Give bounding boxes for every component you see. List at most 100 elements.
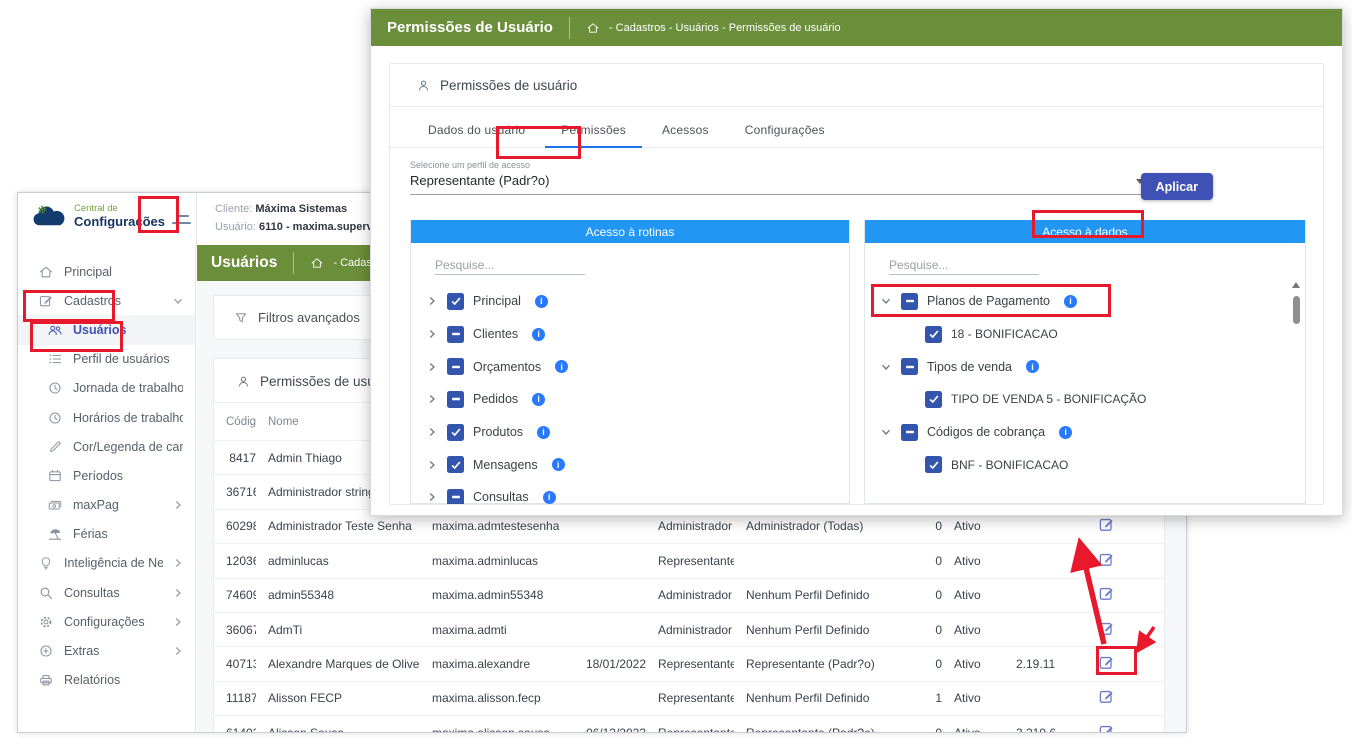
advanced-filters-label: Filtros avançados xyxy=(258,310,360,325)
tree-item-bnf-bonificacao[interactable]: BNF - BONIFICACAO xyxy=(865,448,1305,481)
scrollbar-thumb[interactable] xyxy=(1293,296,1300,324)
cell-data: 18/01/2022 xyxy=(584,657,646,671)
edit-user-button[interactable] xyxy=(1098,723,1115,733)
routines-search-input[interactable] xyxy=(435,256,585,275)
chevron-right-icon[interactable] xyxy=(427,329,438,339)
tree-checkbox[interactable] xyxy=(447,424,464,441)
tree-item-produtos[interactable]: Produtosi xyxy=(411,416,849,449)
data-search-input[interactable] xyxy=(889,256,1039,275)
edit-user-button[interactable] xyxy=(1098,620,1115,637)
info-icon[interactable]: i xyxy=(537,426,550,439)
apply-button[interactable]: Aplicar xyxy=(1141,173,1213,200)
table-row-user-36067: 36067AdmTimaxima.admtiAdministradorNenhu… xyxy=(214,613,1164,647)
sidebar-item-principal[interactable]: Principal xyxy=(18,257,195,286)
edit-user-button[interactable] xyxy=(1098,516,1115,533)
tree-item-tipo-de-venda-5-bonificacao[interactable]: TIPO DE VENDA 5 - BONIFICAÇÃO xyxy=(865,383,1305,416)
tree-item-codigos-de-cobranca[interactable]: Códigos de cobrançai xyxy=(865,416,1305,449)
chevron-right-icon[interactable] xyxy=(427,460,438,470)
sidebar-item-configuracoes[interactable]: Configurações xyxy=(18,607,195,636)
info-icon[interactable]: i xyxy=(543,491,556,504)
chevron-down-icon[interactable] xyxy=(881,362,892,372)
cell-codigo: 36716 xyxy=(226,485,256,499)
chevron-down-icon[interactable] xyxy=(881,296,892,306)
edit-user-button[interactable] xyxy=(1098,585,1115,602)
cell-codigo: 40713 xyxy=(226,657,256,671)
sidebar-item-perfil-de-usuarios[interactable]: Perfil de usuários xyxy=(18,345,195,374)
edit-user-button[interactable] xyxy=(1098,688,1115,705)
logo-text-bottom: Configurações xyxy=(74,215,165,230)
chevron-down-icon[interactable] xyxy=(881,427,892,437)
tree-item-consultas[interactable]: Consultasi xyxy=(411,481,849,505)
tree-item-pedidos[interactable]: Pedidosi xyxy=(411,383,849,416)
info-icon[interactable]: i xyxy=(1026,360,1039,373)
tree-checkbox[interactable] xyxy=(447,391,464,408)
tree-item-principal[interactable]: Principali xyxy=(411,285,849,318)
sidebar-item-extras[interactable]: Extras xyxy=(18,636,195,665)
tree-item-mensagens[interactable]: Mensagensi xyxy=(411,448,849,481)
tree-item-tipos-de-venda[interactable]: Tipos de venda i xyxy=(865,350,1305,383)
tree-checkbox[interactable] xyxy=(447,326,464,343)
cell-num: 0 xyxy=(928,623,942,637)
tab-permissoes[interactable]: Permissões xyxy=(543,123,644,147)
info-icon[interactable]: i xyxy=(552,458,565,471)
tree-checkbox[interactable] xyxy=(901,358,918,375)
cell-perfil: Nenhum Perfil Definido xyxy=(746,623,916,637)
tab-dados-do-usuario[interactable]: Dados do usuário xyxy=(410,123,543,147)
tree-checkbox[interactable] xyxy=(901,293,918,310)
tree-checkbox[interactable] xyxy=(925,391,942,408)
chevron-right-icon[interactable] xyxy=(427,362,438,372)
tree-item-clientes[interactable]: Clientesi xyxy=(411,318,849,351)
sidebar-item-usuarios[interactable]: Usuários xyxy=(18,315,195,344)
tree-checkbox[interactable] xyxy=(447,456,464,473)
sidebar-item-jornada-de-trabalho[interactable]: Jornada de trabalho xyxy=(18,374,195,403)
cell-tipo: Representante xyxy=(658,554,734,568)
sidebar-item-ferias[interactable]: Férias xyxy=(18,520,195,549)
home-icon[interactable] xyxy=(586,21,600,35)
sidebar-item-inteligencia-de-negocio[interactable]: Inteligência de Negócio xyxy=(18,549,195,578)
chevron-right-icon[interactable] xyxy=(427,492,438,502)
scrollbar-up-arrow-icon[interactable] xyxy=(1292,282,1300,288)
tree-item-label: Tipos de venda xyxy=(927,360,1012,374)
chevron-right-icon[interactable] xyxy=(427,296,438,306)
tree-checkbox[interactable] xyxy=(925,456,942,473)
sidebar-item-label: Períodos xyxy=(73,469,183,483)
sidebar-item-cadastros[interactable]: Cadastros xyxy=(18,286,195,315)
info-icon[interactable]: i xyxy=(532,393,545,406)
tree-item-18-bonificacao[interactable]: 18 - BONIFICACAO xyxy=(865,318,1305,351)
tree-checkbox[interactable] xyxy=(925,326,942,343)
cell-nome: Alisson Sousa xyxy=(268,726,420,733)
sidebar-item-relatorios[interactable]: Relatórios xyxy=(18,666,195,695)
tree-checkbox[interactable] xyxy=(901,424,918,441)
info-icon[interactable]: i xyxy=(532,328,545,341)
tree-item-planos-de-pagamento[interactable]: Planos de Pagamentoi xyxy=(865,285,1305,318)
menu-toggle-button[interactable] xyxy=(161,207,191,231)
tab-configuracoes[interactable]: Configurações xyxy=(727,123,843,147)
sidebar-item-periodos[interactable]: Períodos xyxy=(18,461,195,490)
cell-num: 0 xyxy=(928,588,942,602)
tree-item-orcamentos[interactable]: Orçamentosi xyxy=(411,350,849,383)
chevron-right-icon xyxy=(173,646,183,656)
tree-checkbox[interactable] xyxy=(447,358,464,375)
sidebar-item-horarios-de-trabalho[interactable]: Horários de trabalho xyxy=(18,403,195,432)
info-icon[interactable]: i xyxy=(535,295,548,308)
home-icon[interactable] xyxy=(310,256,324,270)
cell-versao: 2.19.11 xyxy=(1016,657,1086,671)
chevron-right-icon[interactable] xyxy=(427,394,438,404)
tree-checkbox[interactable] xyxy=(447,489,464,505)
profile-select[interactable]: Selecione um perfil de acesso Representa… xyxy=(410,160,1150,195)
info-icon[interactable]: i xyxy=(1064,295,1077,308)
tab-acessos[interactable]: Acessos xyxy=(644,123,727,147)
chevron-right-icon[interactable] xyxy=(427,427,438,437)
edit-user-button[interactable] xyxy=(1098,551,1115,568)
info-icon[interactable]: i xyxy=(1059,426,1072,439)
cell-status: Ativo xyxy=(954,519,1004,533)
sidebar-item-cor-legenda-de-campos[interactable]: Cor/Legenda de campos xyxy=(18,432,195,461)
chevron-right-icon xyxy=(173,617,183,627)
tree-checkbox[interactable] xyxy=(447,293,464,310)
sidebar-item-consultas[interactable]: Consultas xyxy=(18,578,195,607)
routines-panel-title: Acesso à rotinas xyxy=(411,220,849,243)
edit-user-button[interactable] xyxy=(1098,654,1115,671)
dialog-header-divider xyxy=(569,17,570,39)
sidebar-item-maxpag[interactable]: maxPag xyxy=(18,491,195,520)
info-icon[interactable]: i xyxy=(555,360,568,373)
